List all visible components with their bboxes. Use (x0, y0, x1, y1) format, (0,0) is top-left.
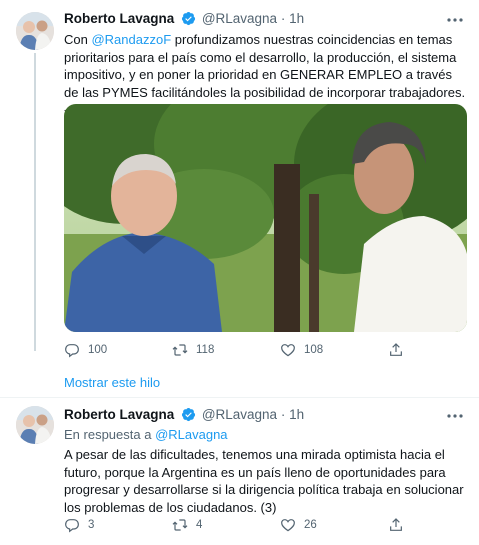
avatar[interactable] (16, 12, 54, 50)
reply-count: 100 (88, 344, 108, 356)
author-name[interactable]: Roberto Lavagna (64, 11, 174, 26)
more-options-icon[interactable] (445, 408, 465, 424)
retweet-icon (172, 519, 188, 531)
reply-count: 3 (88, 519, 95, 531)
share-button[interactable] (388, 516, 412, 534)
tweet-header: Roberto Lavagna @RLavagna · 1h (64, 10, 304, 28)
author-name[interactable]: Roberto Lavagna (64, 407, 174, 422)
show-thread-link[interactable]: Mostrar este hilo (64, 375, 160, 390)
verified-badge-icon (181, 11, 196, 26)
like-button[interactable]: 26 (280, 516, 317, 534)
retweet-icon (172, 344, 188, 356)
timestamp[interactable]: 1h (289, 407, 304, 422)
more-options-icon[interactable] (445, 12, 465, 28)
text-prefix: Con (64, 32, 92, 47)
tweet[interactable]: Roberto Lavagna @RLavagna · 1h En respue… (0, 398, 479, 545)
author-handle[interactable]: @RLavagna (202, 11, 277, 26)
author-handle[interactable]: @RLavagna (202, 407, 277, 422)
mention-link[interactable]: @RandazzoF (91, 32, 171, 47)
avatar[interactable] (16, 406, 54, 444)
reply-prefix: En respuesta a (64, 427, 156, 442)
share-button[interactable] (388, 341, 412, 359)
share-icon (390, 518, 402, 531)
separator-dot: · (280, 407, 286, 422)
reply-to-link[interactable]: @RLavagna (155, 427, 227, 442)
verified-badge-icon (181, 407, 196, 422)
retweet-button[interactable]: 4 (172, 516, 202, 534)
tweet[interactable]: Roberto Lavagna @RLavagna · 1h Con @Rand… (0, 0, 479, 362)
retweet-count: 4 (196, 519, 203, 531)
reply-context: En respuesta a @RLavagna (64, 426, 228, 443)
separator-dot: · (280, 11, 286, 26)
thread-line (34, 53, 36, 351)
like-button[interactable]: 108 (280, 341, 323, 359)
like-count: 26 (304, 519, 317, 531)
retweet-count: 118 (196, 344, 215, 356)
retweet-button[interactable]: 118 (172, 341, 214, 359)
reply-icon (65, 344, 79, 358)
heart-icon (281, 519, 295, 532)
share-icon (390, 343, 402, 356)
heart-icon (281, 344, 295, 357)
tweet-photo[interactable] (64, 104, 467, 332)
tweet-actions: 3 4 26 (64, 516, 444, 534)
like-count: 108 (304, 344, 324, 356)
tweet-actions: 100 118 108 (64, 341, 444, 359)
tweet-header: Roberto Lavagna @RLavagna · 1h (64, 406, 304, 424)
reply-icon (65, 519, 79, 533)
tweet-text: A pesar de las dificultades, tenemos una… (64, 447, 464, 515)
reply-button[interactable]: 3 (64, 516, 94, 534)
reply-button[interactable]: 100 (64, 341, 107, 359)
timestamp[interactable]: 1h (289, 11, 304, 26)
